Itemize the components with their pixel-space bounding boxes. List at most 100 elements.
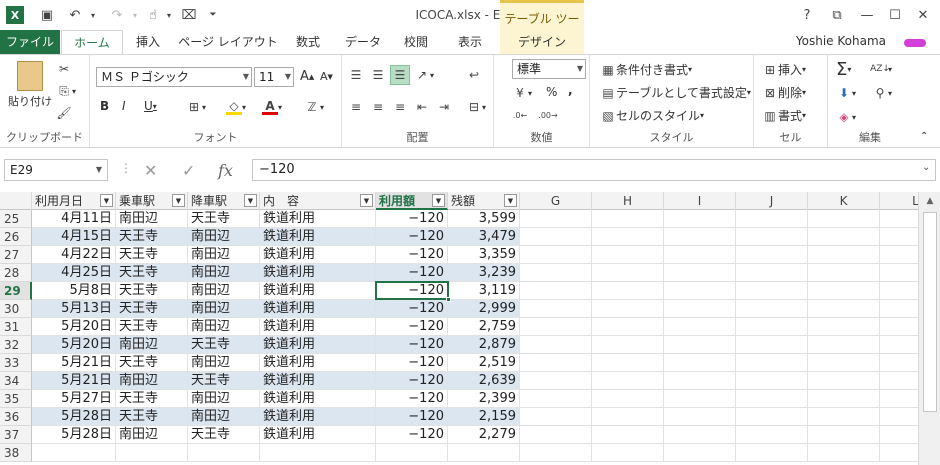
ribbon-display-options-icon[interactable]: ⧉: [826, 4, 848, 26]
fill-color-button[interactable]: ◇ ▾: [226, 99, 246, 115]
cell-boarding-station[interactable]: 天王寺: [116, 318, 188, 336]
cell-content[interactable]: 鉄道利用: [260, 390, 376, 408]
empty-cell[interactable]: [664, 282, 736, 300]
cell-date[interactable]: 4月25日: [32, 264, 116, 282]
filter-dropdown-icon[interactable]: ▼: [244, 194, 257, 207]
empty-cell[interactable]: [880, 408, 918, 426]
cell-amount[interactable]: −120: [376, 390, 448, 408]
select-all-corner[interactable]: [0, 192, 32, 210]
empty-cell[interactable]: [808, 210, 880, 228]
cell-boarding-station[interactable]: 天王寺: [116, 282, 188, 300]
empty-cell[interactable]: [592, 246, 664, 264]
empty-cell[interactable]: [592, 372, 664, 390]
paste-button[interactable]: 貼り付け: [8, 61, 52, 109]
cell-alighting-station[interactable]: 南田辺: [188, 282, 260, 300]
number-format-select[interactable]: 標準 ▼: [512, 59, 586, 79]
empty-cell[interactable]: [736, 354, 808, 372]
redo-dropdown-icon[interactable]: ▾: [126, 6, 144, 24]
cell-alighting-station[interactable]: 南田辺: [188, 408, 260, 426]
name-box[interactable]: E29 ▼: [4, 159, 108, 181]
empty-cell[interactable]: [736, 300, 808, 318]
cell-amount[interactable]: −120: [376, 228, 448, 246]
scroll-up-icon[interactable]: ▲: [919, 192, 940, 210]
empty-cell[interactable]: [736, 282, 808, 300]
cell-amount[interactable]: −120: [376, 318, 448, 336]
empty-cell[interactable]: [808, 264, 880, 282]
empty-cell[interactable]: [808, 336, 880, 354]
cell-date[interactable]: 5月20日: [32, 318, 116, 336]
tab-insert[interactable]: 挿入: [130, 30, 166, 54]
empty-cell[interactable]: [808, 354, 880, 372]
empty-cell[interactable]: [664, 300, 736, 318]
empty-cell[interactable]: [880, 318, 918, 336]
row-header[interactable]: 25: [0, 210, 32, 228]
empty-cell[interactable]: [880, 336, 918, 354]
comma-style-button[interactable]: ,: [568, 83, 573, 97]
cell-date[interactable]: 5月8日: [32, 282, 116, 300]
cell-date[interactable]: 5月28日: [32, 426, 116, 444]
column-header-j[interactable]: J: [736, 192, 808, 210]
redo-icon[interactable]: ↷: [108, 6, 126, 24]
empty-cell[interactable]: [520, 426, 592, 444]
decrease-font-button[interactable]: A ▼: [320, 70, 333, 83]
column-header-i[interactable]: I: [664, 192, 736, 210]
empty-cell[interactable]: [736, 426, 808, 444]
cell-boarding-station[interactable]: 天王寺: [116, 390, 188, 408]
empty-cell[interactable]: [520, 444, 592, 462]
font-color-button[interactable]: A ▾: [262, 99, 282, 115]
column-header-g[interactable]: G: [520, 192, 592, 210]
cell-date[interactable]: 5月21日: [32, 354, 116, 372]
cell-alighting-station[interactable]: 南田辺: [188, 300, 260, 318]
row-header[interactable]: 32: [0, 336, 32, 354]
empty-cell[interactable]: [880, 444, 918, 462]
cell-alighting-station[interactable]: 南田辺: [188, 390, 260, 408]
empty-cell[interactable]: [520, 408, 592, 426]
cell-content[interactable]: 鉄道利用: [260, 210, 376, 228]
cell-content[interactable]: 鉄道利用: [260, 354, 376, 372]
cell-balance[interactable]: 3,119: [448, 282, 520, 300]
save-icon[interactable]: ▣: [38, 6, 56, 24]
empty-cell[interactable]: [520, 246, 592, 264]
empty-cell[interactable]: [736, 228, 808, 246]
row-header[interactable]: 37: [0, 426, 32, 444]
cell-amount[interactable]: −120: [376, 372, 448, 390]
format-cells-button[interactable]: ▥ 書式 ▾: [762, 107, 806, 124]
row-header[interactable]: 34: [0, 372, 32, 390]
empty-cell[interactable]: [736, 444, 808, 462]
align-left-button[interactable]: ≡: [348, 99, 364, 115]
cell-boarding-station[interactable]: 天王寺: [116, 300, 188, 318]
cell-content[interactable]: 鉄道利用: [260, 282, 376, 300]
align-center-button[interactable]: ≡: [370, 99, 386, 115]
decrease-indent-button[interactable]: ⇤: [414, 99, 430, 115]
row-header[interactable]: 29: [0, 282, 32, 300]
cell-balance[interactable]: 2,759: [448, 318, 520, 336]
cell-balance[interactable]: [448, 444, 520, 462]
row-header[interactable]: 36: [0, 408, 32, 426]
row-header[interactable]: 28: [0, 264, 32, 282]
empty-cell[interactable]: [520, 390, 592, 408]
empty-cell[interactable]: [880, 426, 918, 444]
wrap-text-button[interactable]: ↩: [466, 67, 482, 83]
undo-icon[interactable]: ↶: [66, 6, 84, 24]
cell-balance[interactable]: 3,599: [448, 210, 520, 228]
cell-boarding-station[interactable]: 天王寺: [116, 354, 188, 372]
empty-cell[interactable]: [880, 300, 918, 318]
cell-alighting-station[interactable]: 南田辺: [188, 264, 260, 282]
scrollbar-thumb[interactable]: [923, 212, 937, 412]
empty-cell[interactable]: [808, 390, 880, 408]
customize-qat-icon[interactable]: ⏷: [204, 6, 222, 24]
cell-alighting-station[interactable]: 天王寺: [188, 426, 260, 444]
user-avatar-icon[interactable]: [904, 39, 926, 47]
maximize-icon[interactable]: ☐: [884, 4, 906, 26]
cell-amount[interactable]: −120: [376, 282, 448, 300]
empty-cell[interactable]: [808, 282, 880, 300]
cell-amount[interactable]: −120: [376, 210, 448, 228]
column-header-balance[interactable]: 残額 ▼: [448, 192, 520, 210]
empty-cell[interactable]: [592, 300, 664, 318]
cell-date[interactable]: 5月21日: [32, 372, 116, 390]
increase-font-button[interactable]: A ▲: [300, 69, 314, 84]
accounting-format-button[interactable]: ¥ ▾: [512, 85, 532, 101]
column-header-boarding[interactable]: 乗車駅 ▼: [116, 192, 188, 210]
cell-balance[interactable]: 2,879: [448, 336, 520, 354]
tab-home[interactable]: ホーム: [61, 30, 123, 54]
